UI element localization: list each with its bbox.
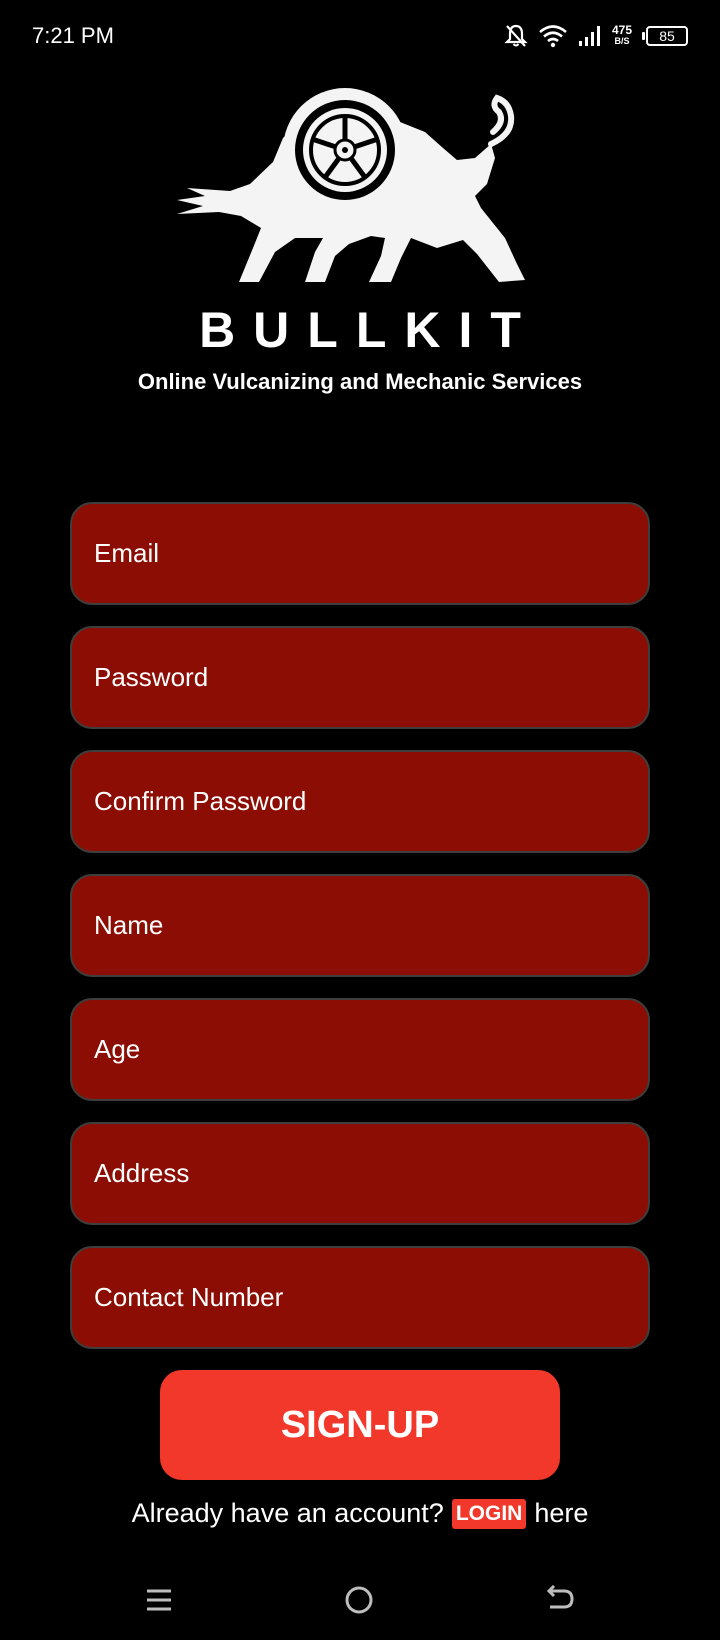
home-icon[interactable] [343,1584,375,1616]
bull-wheel-logo [177,88,525,282]
name-field-container [70,874,650,977]
confirm-password-field-container [70,750,650,853]
contact-number-field-container [70,1246,650,1349]
status-icons: 475 B/S 85 [504,23,688,49]
password-field-container [70,626,650,729]
back-icon[interactable] [544,1585,576,1615]
battery-icon: 85 [642,26,688,46]
email-field[interactable] [94,538,626,569]
age-field[interactable] [94,1034,626,1065]
name-field[interactable] [94,910,626,941]
mute-icon [504,23,528,49]
status-bar: 7:21 PM 475 B/S 85 [0,0,720,72]
contact-number-field[interactable] [94,1282,626,1313]
network-speed-value: 475 [611,23,632,37]
login-prompt-suffix: here [534,1498,589,1528]
signup-form [70,502,650,1349]
password-field[interactable] [94,662,626,693]
login-prompt: Already have an account? LOGIN here [0,1498,720,1529]
wifi-icon [538,24,568,48]
network-speed: 475 B/S [611,23,632,47]
signup-screen: 7:21 PM 475 B/S 85 BULLKIT Online Vulcan… [0,0,720,1640]
address-field-container [70,1122,650,1225]
address-field[interactable] [94,1158,626,1189]
confirm-password-field[interactable] [94,786,626,817]
menu-icon[interactable] [144,1586,174,1614]
network-speed-unit: B/S [614,36,630,46]
branding: BULLKIT Online Vulcanizing and Mechanic … [0,88,720,395]
signup-button[interactable]: SIGN-UP [160,1370,560,1480]
battery-level: 85 [659,28,675,44]
login-prompt-text: Already have an account? [131,1498,444,1528]
login-link[interactable]: LOGIN [451,1498,527,1529]
age-field-container [70,998,650,1101]
signal-icon [578,25,602,47]
system-nav-bar [0,1570,720,1630]
email-field-container [70,502,650,605]
tagline: Online Vulcanizing and Mechanic Services [137,369,583,394]
brand-name: BULLKIT [199,302,539,358]
status-time: 7:21 PM [32,23,114,48]
